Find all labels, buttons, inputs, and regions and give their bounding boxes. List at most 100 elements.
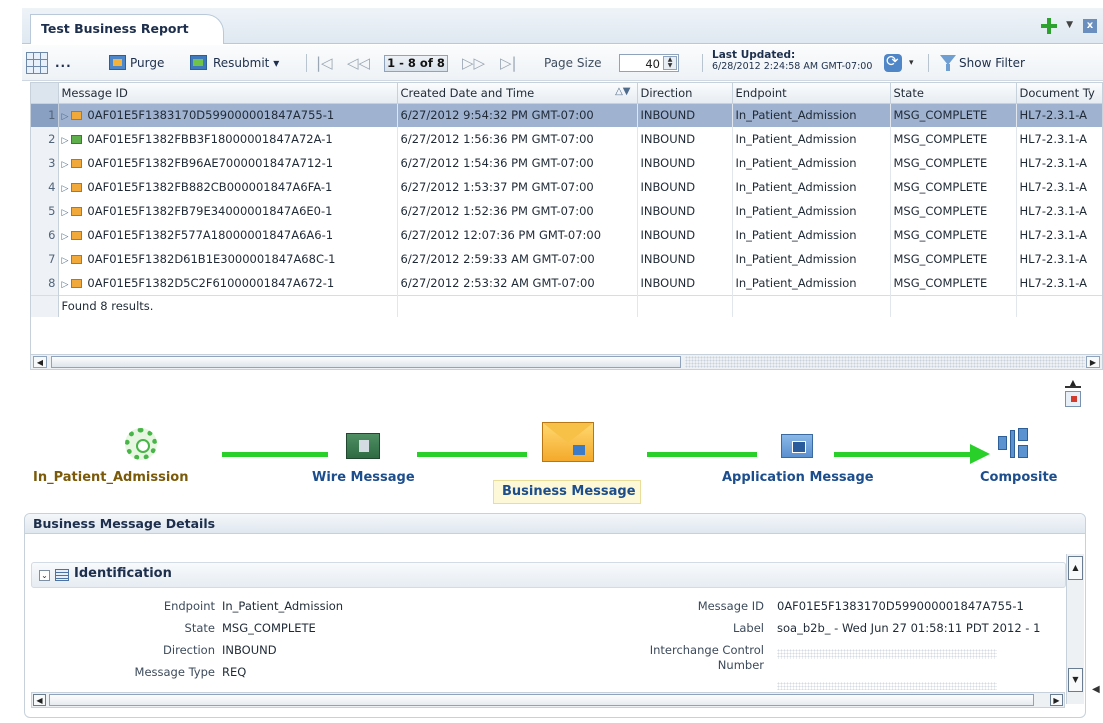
table-row[interactable]: 6 ▷ 0AF01E5F1382F577A18000001847A6A6-1 6/27… bbox=[31, 223, 1102, 247]
flow-node-endpoint[interactable]: In_Patient_Admission bbox=[33, 470, 189, 485]
table-row[interactable]: 8 ▷ 0AF01E5F1382D5C2F61000001847A672-1 6/27… bbox=[31, 271, 1102, 295]
expand-row-icon[interactable]: ▷ bbox=[62, 160, 69, 170]
details-horizontal-scrollbar[interactable]: ◀ ▶ bbox=[31, 692, 1065, 708]
message-id-cell[interactable]: ▷ 0AF01E5F1382FB79E34000001847A6E0-1 bbox=[58, 199, 398, 223]
resubmit-icon[interactable] bbox=[190, 55, 207, 70]
expand-row-icon[interactable]: ▷ bbox=[62, 112, 69, 122]
refresh-menu-icon[interactable]: ▾ bbox=[909, 45, 914, 81]
sort-indicator-icon[interactable]: △▼ bbox=[615, 86, 630, 97]
label-label: Label bbox=[732, 621, 764, 635]
table-row[interactable]: 3 ▷ 0AF01E5F1382FB96AE7000001847A712-1 6/27… bbox=[31, 151, 1102, 175]
message-icon bbox=[71, 231, 83, 240]
message-id-cell[interactable]: ▷ 0AF01E5F1382D61B1E3000001847A68C-1 bbox=[58, 247, 398, 271]
page-range-indicator[interactable]: 1 - 8 of 8 bbox=[384, 55, 448, 72]
expand-row-icon[interactable]: ▷ bbox=[62, 232, 69, 242]
flow-node-business-message[interactable]: Business Message bbox=[502, 484, 636, 499]
filter-icon[interactable] bbox=[940, 55, 956, 71]
expand-row-icon[interactable]: ▷ bbox=[62, 208, 69, 218]
table-horizontal-scrollbar[interactable]: ◀ ▶ bbox=[30, 354, 1103, 370]
composite-icon[interactable] bbox=[998, 428, 1032, 460]
state-cell: MSG_COMPLETE bbox=[890, 103, 1017, 127]
details-vertical-scrollbar[interactable]: ▲ ▼ bbox=[1066, 554, 1084, 704]
flow-node-wire-message[interactable]: Wire Message bbox=[312, 470, 415, 485]
more-button[interactable]: ... bbox=[55, 45, 72, 81]
close-icon[interactable]: x bbox=[1083, 19, 1097, 33]
scrollbar-thumb[interactable] bbox=[51, 356, 681, 368]
scroll-right-icon[interactable]: ▶ bbox=[1050, 694, 1063, 706]
table-row[interactable]: 7 ▷ 0AF01E5F1382D61B1E3000001847A68C-1 6/27… bbox=[31, 247, 1102, 271]
scroll-right-icon[interactable]: ▶ bbox=[1086, 356, 1100, 368]
business-message-icon[interactable] bbox=[542, 422, 594, 462]
next-page-icon[interactable]: ▷▷ bbox=[462, 45, 485, 81]
column-header-direction[interactable]: Direction bbox=[637, 83, 733, 104]
expand-row-icon[interactable]: ▷ bbox=[62, 256, 69, 266]
endpoint-gear-icon[interactable] bbox=[125, 428, 157, 460]
table-row[interactable]: 5 ▷ 0AF01E5F1382FB79E34000001847A6E0-1 6/27… bbox=[31, 199, 1102, 223]
column-header-state[interactable]: State bbox=[890, 83, 1017, 104]
message-icon bbox=[71, 159, 83, 168]
message-id-cell[interactable]: ▷ 0AF01E5F1382FBB3F18000001847A72A-1 bbox=[58, 127, 398, 151]
collapse-pane-icon[interactable]: ▲ bbox=[1065, 378, 1081, 388]
message-icon bbox=[71, 207, 83, 216]
purge-icon[interactable] bbox=[109, 55, 126, 70]
message-id-cell[interactable]: ▷ 0AF01E5F1382FB96AE7000001847A712-1 bbox=[58, 151, 398, 175]
tab-test-business-report[interactable]: Test Business Report bbox=[30, 14, 224, 44]
direction-cell: INBOUND bbox=[637, 175, 733, 199]
message-id-cell[interactable]: ▷ 0AF01E5F1383170D599000001847A755-1 bbox=[58, 103, 398, 127]
side-expand-icon[interactable]: ◀ bbox=[1092, 684, 1100, 695]
section-collapse-icon[interactable]: ⌄ bbox=[39, 570, 50, 581]
results-summary-row: Found 8 results. bbox=[31, 294, 1102, 317]
column-header-message-id[interactable]: Message ID bbox=[58, 83, 398, 104]
expand-row-icon[interactable]: ▷ bbox=[62, 280, 69, 290]
wire-message-icon[interactable] bbox=[346, 433, 380, 459]
scroll-down-icon[interactable]: ▼ bbox=[1068, 668, 1083, 692]
last-page-icon[interactable]: ▷| bbox=[500, 45, 517, 81]
table-row[interactable]: 1 ▷ 0AF01E5F1383170D599000001847A755-1 6/27… bbox=[31, 103, 1102, 127]
column-header-document-type[interactable]: Document Ty bbox=[1016, 83, 1102, 104]
column-header-created[interactable]: Created Date and Time △▼ bbox=[397, 83, 638, 104]
first-page-icon[interactable]: |◁ bbox=[316, 45, 333, 81]
table-row[interactable]: 2 ▷ 0AF01E5F1382FBB3F18000001847A72A-1 6/27… bbox=[31, 127, 1102, 151]
show-filter-button[interactable]: Show Filter bbox=[959, 45, 1025, 81]
interchange-control-label-line2: Number bbox=[717, 658, 764, 672]
scroll-left-icon[interactable]: ◀ bbox=[33, 694, 46, 706]
flow-node-application-message[interactable]: Application Message bbox=[722, 470, 874, 485]
flow-node-composite[interactable]: Composite bbox=[980, 470, 1057, 485]
created-cell: 6/27/2012 2:53:32 AM GMT-07:00 bbox=[397, 271, 638, 295]
scroll-up-icon[interactable]: ▲ bbox=[1068, 556, 1083, 580]
direction-cell: INBOUND bbox=[637, 271, 733, 295]
interchange-control-value bbox=[777, 649, 997, 659]
purge-button[interactable]: Purge bbox=[130, 45, 164, 81]
refresh-icon[interactable] bbox=[884, 52, 902, 72]
flow-connector bbox=[647, 452, 757, 457]
state-cell: MSG_COMPLETE bbox=[890, 223, 1017, 247]
document-type-cell: HL7-2.3.1-A bbox=[1016, 223, 1102, 247]
message-id-cell[interactable]: ▷ 0AF01E5F1382F577A18000001847A6A6-1 bbox=[58, 223, 398, 247]
detach-icon[interactable] bbox=[1065, 391, 1081, 407]
expand-row-icon[interactable]: ▷ bbox=[62, 136, 69, 146]
empty-cell bbox=[1016, 294, 1102, 317]
empty-cell bbox=[637, 294, 733, 317]
message-id-cell[interactable]: ▷ 0AF01E5F1382FB882CB000001847A6FA-1 bbox=[58, 175, 398, 199]
previous-page-icon[interactable]: ◁◁ bbox=[347, 45, 370, 81]
scrollbar-track[interactable] bbox=[685, 356, 1085, 368]
report-window: Test Business Report ▼ x ... Purge Resub… bbox=[22, 8, 1103, 723]
tab-menu-icon[interactable]: ▼ bbox=[1066, 20, 1073, 30]
column-header-endpoint[interactable]: Endpoint bbox=[732, 83, 891, 104]
grid-view-icon[interactable] bbox=[26, 52, 48, 74]
scrollbar-thumb[interactable] bbox=[49, 694, 1034, 706]
application-message-icon[interactable] bbox=[781, 434, 813, 458]
add-tab-icon[interactable] bbox=[1041, 18, 1057, 34]
scroll-left-icon[interactable]: ◀ bbox=[33, 356, 47, 368]
resubmit-button[interactable]: Resubmit ▾ bbox=[213, 45, 279, 81]
messages-table: Message ID Created Date and Time △▼ Direc… bbox=[30, 82, 1103, 368]
identification-section-header[interactable]: ⌄ Identification bbox=[31, 562, 1066, 588]
expand-row-icon[interactable]: ▷ bbox=[62, 184, 69, 194]
document-type-cell: HL7-2.3.1-A bbox=[1016, 175, 1102, 199]
message-id-cell[interactable]: ▷ 0AF01E5F1382D5C2F61000001847A672-1 bbox=[58, 271, 398, 295]
toolbar-separator bbox=[928, 54, 929, 72]
table-row[interactable]: 4 ▷ 0AF01E5F1382FB882CB000001847A6FA-1 6/27… bbox=[31, 175, 1102, 199]
page-size-input[interactable]: 40 ▲ ▼ bbox=[619, 54, 679, 72]
page-size-spinner-icon[interactable]: ▲ ▼ bbox=[663, 56, 677, 70]
direction-cell: INBOUND bbox=[637, 103, 733, 127]
